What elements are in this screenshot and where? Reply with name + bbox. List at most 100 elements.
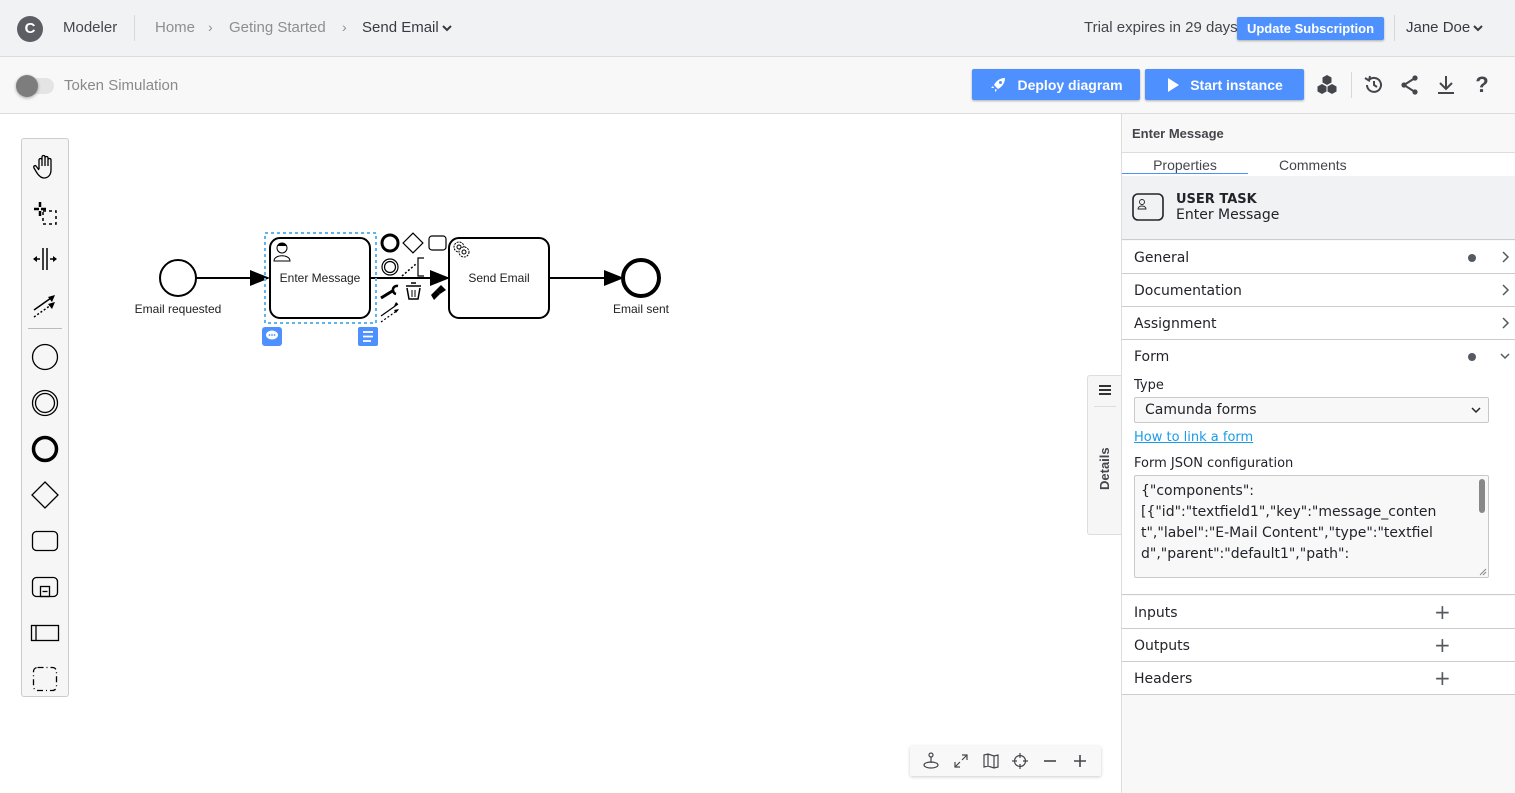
text-annotation-icon[interactable] — [401, 257, 424, 277]
add-icon[interactable]: + — [1434, 666, 1451, 690]
end-event-label: Email sent — [613, 302, 670, 316]
breadcrumb-home[interactable]: Home — [155, 19, 195, 36]
user-task-icon — [1132, 193, 1164, 221]
gateway-tool-icon[interactable] — [22, 475, 68, 515]
divider — [134, 15, 135, 41]
trial-notice: Trial expires in 29 days — [1084, 19, 1238, 36]
intermediate-event-tool-icon[interactable] — [22, 383, 68, 423]
user-menu[interactable]: Jane Doe — [1406, 19, 1470, 36]
space-tool-icon[interactable] — [22, 239, 68, 279]
group-label: Inputs — [1134, 605, 1178, 621]
group-label: Headers — [1134, 671, 1193, 687]
group-general[interactable]: General — [1122, 241, 1515, 274]
top-bar: C Modeler Home › Geting Started › Send E… — [0, 0, 1515, 57]
start-event-tool-icon[interactable] — [22, 337, 68, 377]
color-brush-icon[interactable] — [431, 285, 446, 300]
connect-icon[interactable] — [380, 302, 399, 323]
append-end-event-icon[interactable] — [380, 233, 400, 253]
tab-properties[interactable]: Properties — [1122, 157, 1248, 174]
append-gateway-icon[interactable] — [402, 232, 424, 254]
append-task-icon[interactable] — [428, 235, 447, 251]
form-group-body: Type Camunda forms How to link a form Fo… — [1122, 373, 1515, 595]
add-icon[interactable]: + — [1434, 600, 1451, 624]
panel-title: Enter Message — [1132, 126, 1224, 141]
task-tool-icon[interactable] — [22, 521, 68, 561]
start-instance-button[interactable]: Start instance — [1145, 69, 1304, 100]
panel-tabs: Properties Comments — [1122, 152, 1515, 176]
form-type-value: Camunda forms — [1145, 402, 1257, 418]
center-icon[interactable] — [1008, 749, 1032, 773]
group-outputs[interactable]: Outputs + — [1122, 629, 1515, 662]
group-form[interactable]: Form — [1122, 340, 1515, 373]
download-icon[interactable] — [1433, 72, 1459, 98]
chevron-down-icon[interactable] — [441, 24, 453, 33]
append-intermediate-event-icon[interactable] — [381, 258, 399, 276]
properties-panel: Enter Message Properties Comments USER T… — [1121, 114, 1515, 793]
zoom-controls — [910, 746, 1101, 776]
start-event-label: Email requested — [135, 302, 222, 316]
share-icon[interactable] — [1397, 72, 1423, 98]
group-label: General — [1134, 250, 1190, 266]
resize-handle-icon[interactable] — [1477, 566, 1487, 576]
menu-icon — [1099, 385, 1111, 395]
diagram-canvas[interactable]: Email requested Enter Message Send Email… — [0, 114, 1121, 793]
how-to-link-form-link[interactable]: How to link a form — [1134, 430, 1253, 445]
lasso-tool-icon[interactable] — [22, 193, 68, 233]
tab-comments[interactable]: Comments — [1279, 157, 1347, 173]
element-header: USER TASK Enter Message — [1122, 176, 1515, 240]
global-connect-tool-icon[interactable] — [22, 285, 68, 325]
token-simulation-label: Token Simulation — [64, 77, 179, 94]
group-label: Assignment — [1134, 316, 1217, 332]
documentation-icon[interactable] — [358, 327, 378, 346]
data-marker-dot — [1468, 254, 1476, 262]
group-assignment[interactable]: Assignment — [1122, 307, 1515, 340]
start-event[interactable] — [159, 259, 197, 297]
group-headers[interactable]: Headers + — [1122, 662, 1515, 695]
divider — [1394, 15, 1395, 41]
pool-tool-icon[interactable] — [22, 613, 68, 653]
end-event[interactable] — [621, 258, 661, 298]
chevron-down-icon[interactable] — [1472, 24, 1484, 33]
wrench-icon[interactable] — [380, 284, 399, 300]
group-tool-icon[interactable] — [22, 659, 68, 699]
breadcrumb-separator: › — [342, 19, 347, 35]
end-event-tool-icon[interactable] — [22, 429, 68, 469]
trash-icon[interactable] — [406, 282, 421, 300]
element-name: Enter Message — [1176, 207, 1280, 223]
zoom-in-icon[interactable] — [1068, 749, 1092, 773]
add-icon[interactable]: + — [1434, 633, 1451, 657]
data-marker-dot — [1468, 353, 1476, 361]
group-inputs[interactable]: Inputs + — [1122, 596, 1515, 629]
minimap-icon[interactable] — [979, 749, 1003, 773]
fit-viewport-icon[interactable] — [949, 749, 973, 773]
breadcrumb-current-file[interactable]: Send Email — [362, 19, 439, 36]
deploy-diagram-button[interactable]: Deploy diagram — [972, 69, 1140, 100]
palette-separator — [28, 328, 62, 329]
update-subscription-button[interactable]: Update Subscription — [1237, 17, 1384, 40]
history-icon[interactable] — [1361, 72, 1387, 98]
hand-tool-icon[interactable] — [22, 147, 68, 187]
form-json-value: {"components": [{"id":"textfield1","key"… — [1141, 483, 1437, 562]
chevron-down-icon — [1500, 353, 1510, 360]
form-json-label: Form JSON configuration — [1134, 456, 1294, 471]
help-icon[interactable]: ? — [1469, 72, 1495, 98]
chevron-down-icon — [1471, 407, 1481, 414]
form-json-textarea[interactable]: {"components": [{"id":"textfield1","key"… — [1134, 475, 1489, 578]
camunda-logo[interactable]: C — [17, 16, 43, 42]
service-task-label: Send Email — [468, 271, 529, 285]
form-type-select[interactable]: Camunda forms — [1134, 397, 1489, 423]
comment-icon[interactable] — [262, 327, 282, 346]
deployments-icon[interactable] — [1314, 72, 1340, 98]
group-documentation[interactable]: Documentation — [1122, 274, 1515, 307]
bpmn-diagram[interactable]: Email requested Enter Message Send Email… — [0, 114, 1121, 793]
subprocess-tool-icon[interactable] — [22, 567, 68, 607]
user-task-label: Enter Message — [280, 271, 361, 285]
breadcrumb-project[interactable]: Geting Started — [229, 19, 326, 36]
app-name[interactable]: Modeler — [63, 19, 117, 36]
chevron-right-icon — [1502, 251, 1510, 263]
zoom-out-icon[interactable] — [1038, 749, 1062, 773]
token-simulation-toggle[interactable] — [16, 75, 54, 97]
toggle-knob — [16, 75, 38, 97]
reset-position-icon[interactable] — [919, 749, 943, 773]
textarea-scrollbar[interactable] — [1479, 479, 1485, 513]
